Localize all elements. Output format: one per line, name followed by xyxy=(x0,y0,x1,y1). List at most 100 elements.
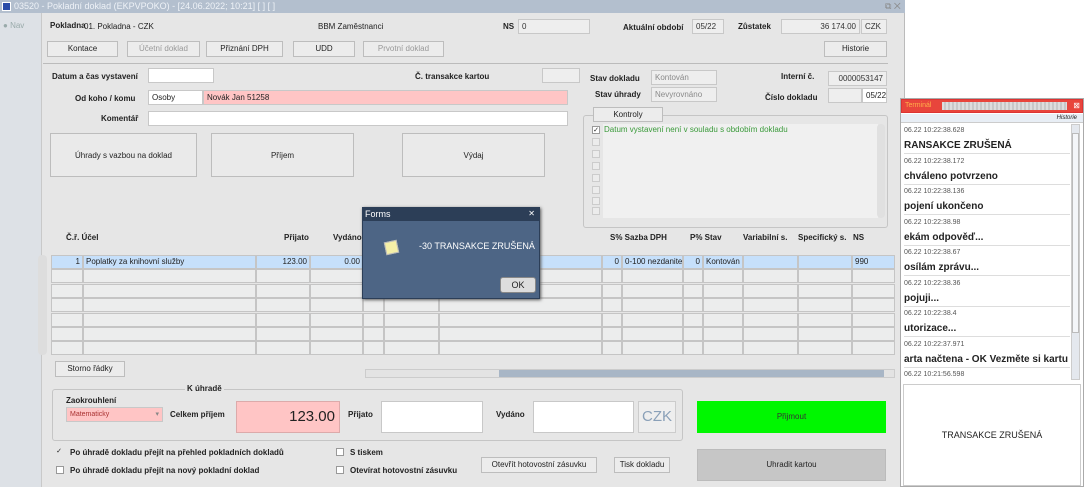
table-cell-vydano[interactable] xyxy=(310,269,363,284)
hscroll-thumb[interactable] xyxy=(499,370,884,377)
storno-radky-button[interactable]: Storno řádky xyxy=(55,361,125,377)
table-cell-ucel[interactable] xyxy=(83,341,256,356)
opt2-checkbox[interactable] xyxy=(56,466,64,474)
table-cell-var[interactable] xyxy=(743,312,798,327)
terminal-scroll-thumb[interactable] xyxy=(1072,133,1079,333)
table-vscrollbar[interactable] xyxy=(38,255,47,355)
prijem-button[interactable]: Příjem xyxy=(211,133,354,177)
zaokrouhleni-select[interactable]: Matematicky ▾ xyxy=(66,407,163,422)
table-cell[interactable] xyxy=(439,312,602,327)
table-cell[interactable] xyxy=(439,341,602,356)
kontroly-checkbox[interactable] xyxy=(592,174,600,182)
uhrady-button[interactable]: Úhrady s vazbou na doklad xyxy=(50,133,197,177)
table-cell-p[interactable] xyxy=(683,269,703,284)
ucetni-doklad-button[interactable]: Účetní doklad xyxy=(127,41,200,57)
table-cell-cr[interactable] xyxy=(51,269,83,284)
table-cell-p[interactable] xyxy=(683,312,703,327)
table-cell[interactable] xyxy=(439,298,602,313)
opt3-checkbox[interactable] xyxy=(336,448,344,456)
table-cell-prijato[interactable] xyxy=(256,269,310,284)
table-cell-ns[interactable] xyxy=(852,283,895,298)
table-cell-spec[interactable] xyxy=(798,255,852,269)
table-cell-ucel[interactable] xyxy=(83,327,256,341)
table-cell-cr[interactable] xyxy=(51,327,83,341)
table-cell-sazba[interactable] xyxy=(622,269,683,284)
terminal-historie-header[interactable]: Historie xyxy=(901,114,1083,123)
table-cell-ns[interactable] xyxy=(852,327,895,341)
table-cell-stav[interactable] xyxy=(703,327,743,341)
table-cell-vydano[interactable] xyxy=(310,327,363,341)
kontroly-checkbox[interactable] xyxy=(592,162,600,170)
table-cell-spec[interactable] xyxy=(798,312,852,327)
table-cell-ns[interactable]: 990 xyxy=(852,255,895,269)
udd-button[interactable]: UDD xyxy=(293,41,355,57)
table-cell-stav[interactable] xyxy=(703,283,743,298)
table-cell-spec[interactable] xyxy=(798,327,852,341)
table-cell-stav[interactable]: Kontován xyxy=(703,255,743,269)
kontroly-scrollbar[interactable] xyxy=(877,124,885,218)
table-cell-ucel[interactable] xyxy=(83,283,256,298)
table-cell-s[interactable] xyxy=(602,283,622,298)
opt1-checkbox[interactable]: ✓ xyxy=(55,448,63,456)
prijmout-button[interactable]: Přijmout xyxy=(697,401,886,433)
table-cell[interactable] xyxy=(384,312,439,327)
table-cell-var[interactable] xyxy=(743,327,798,341)
table-cell-cr[interactable] xyxy=(51,298,83,313)
table-cell[interactable] xyxy=(384,298,439,313)
table-cell-sazba[interactable] xyxy=(622,312,683,327)
kontroly-checkbox[interactable]: ✓ xyxy=(592,126,600,134)
table-cell-var[interactable] xyxy=(743,298,798,313)
table-cell-p[interactable] xyxy=(683,298,703,313)
table-cell[interactable] xyxy=(384,341,439,356)
table-cell-var[interactable] xyxy=(743,269,798,284)
table-cell-sazba[interactable] xyxy=(622,341,683,356)
table-cell-s[interactable] xyxy=(602,312,622,327)
table-cell-sazba[interactable]: 0-100 nezdanite xyxy=(622,255,683,269)
table-cell-sazba[interactable] xyxy=(622,283,683,298)
restore-close-icons[interactable]: ⧉ ✕ xyxy=(885,1,901,12)
cislo-prefix-field[interactable] xyxy=(828,88,862,103)
table-cell-prijato[interactable] xyxy=(256,341,310,356)
table-cell-stav[interactable] xyxy=(703,298,743,313)
od-koho-field[interactable]: Novák Jan 51258 xyxy=(203,90,568,105)
table-cell-stav[interactable] xyxy=(703,269,743,284)
table-cell-ns[interactable] xyxy=(852,341,895,356)
kontace-button[interactable]: Kontace xyxy=(47,41,118,57)
table-cell-spec[interactable] xyxy=(798,341,852,356)
table-cell-cr[interactable]: 1 xyxy=(51,255,83,269)
transakce-field[interactable] xyxy=(542,68,580,83)
prvotni-doklad-button[interactable]: Prvotní doklad xyxy=(363,41,444,57)
table-cell-vydano[interactable] xyxy=(310,298,363,313)
kontroly-checkbox[interactable] xyxy=(592,150,600,158)
table-cell-s[interactable] xyxy=(602,341,622,356)
uhradit-kartou-button[interactable]: Uhradit kartou xyxy=(697,449,886,481)
prijato-field[interactable] xyxy=(381,401,483,433)
table-cell-cr[interactable] xyxy=(51,283,83,298)
table-cell[interactable] xyxy=(384,327,439,341)
historie-button[interactable]: Historie xyxy=(824,41,887,57)
table-cell-s[interactable] xyxy=(602,269,622,284)
dialog-close-icon[interactable]: ✕ xyxy=(528,209,535,218)
table-cell-prijato[interactable] xyxy=(256,283,310,298)
table-cell-ucel[interactable]: Poplatky za knihovní služby xyxy=(83,255,256,269)
table-cell-vydano[interactable] xyxy=(310,312,363,327)
table-cell-prijato[interactable] xyxy=(256,312,310,327)
table-cell-stav[interactable] xyxy=(703,312,743,327)
vydaj-button[interactable]: Výdaj xyxy=(402,133,545,177)
table-cell-s[interactable] xyxy=(602,327,622,341)
table-cell-stav[interactable] xyxy=(703,341,743,356)
table-cell-prijato[interactable] xyxy=(256,327,310,341)
table-cell-cr[interactable] xyxy=(51,341,83,356)
komentar-field[interactable] xyxy=(148,111,568,126)
kontroly-checkbox[interactable] xyxy=(592,207,600,215)
table-cell-ns[interactable] xyxy=(852,312,895,327)
vydano-field[interactable] xyxy=(533,401,634,433)
nav-panel[interactable]: ● Nav xyxy=(0,13,42,487)
table-cell-spec[interactable] xyxy=(798,283,852,298)
dialog-ok-button[interactable]: OK xyxy=(500,277,536,293)
table-cell[interactable] xyxy=(363,312,384,327)
table-cell[interactable] xyxy=(363,327,384,341)
cislo-field[interactable]: 05/22 xyxy=(862,88,887,103)
priznani-dph-button[interactable]: Přiznání DPH xyxy=(206,41,283,57)
terminal-close-icon[interactable]: ⊠ xyxy=(1073,101,1080,110)
